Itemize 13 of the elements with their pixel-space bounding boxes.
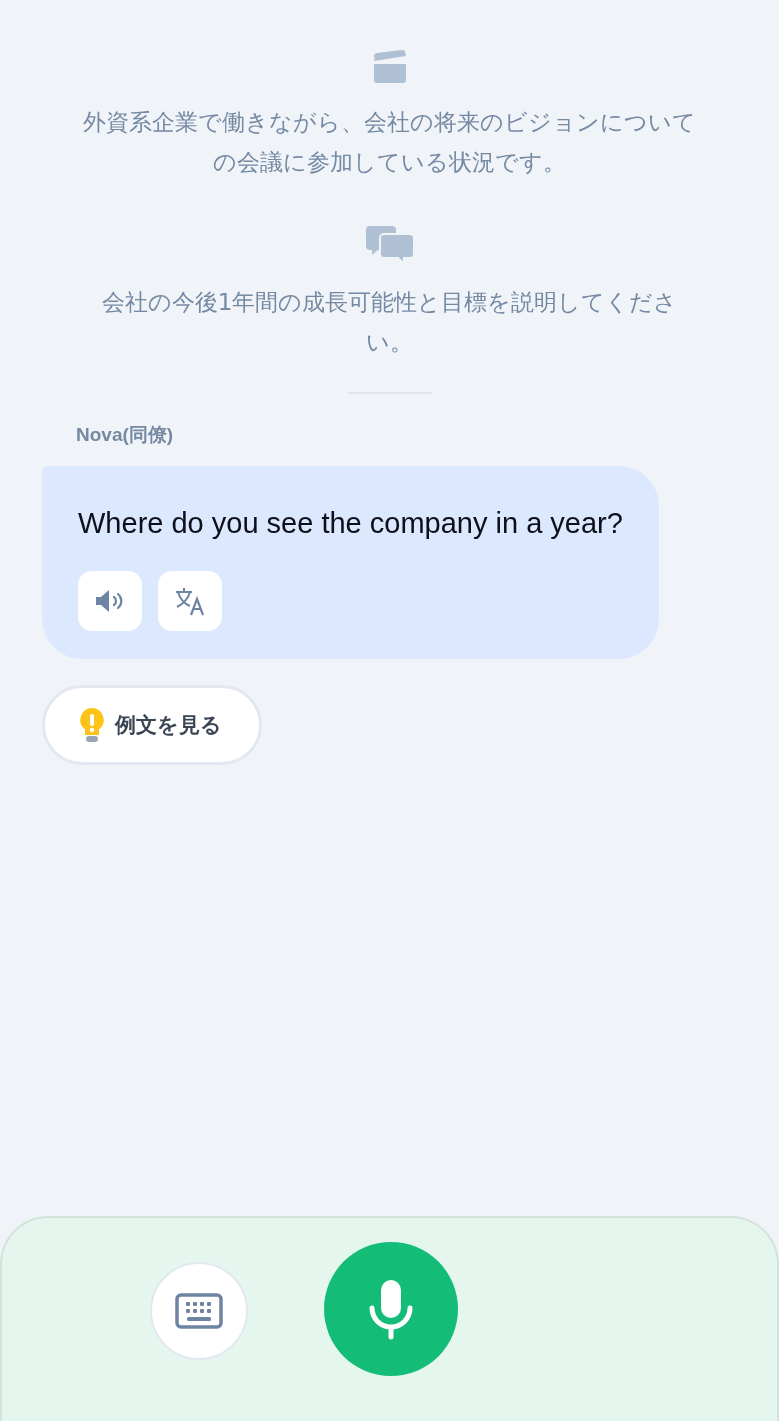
example-sentence-button[interactable]: 例文を見る bbox=[42, 685, 262, 765]
translate-button[interactable] bbox=[158, 571, 222, 631]
play-audio-button[interactable] bbox=[78, 571, 142, 631]
scenario-text: 外資系企業で働きながら、会社の将来のビジョンについての会議に参加している状況です。 bbox=[82, 108, 697, 177]
task-text: 会社の今後1年間の成長可能性と目標を説明してください。 bbox=[100, 288, 679, 357]
keyboard-icon bbox=[175, 1293, 223, 1329]
lightbulb-icon bbox=[79, 707, 105, 743]
microphone-icon bbox=[368, 1278, 414, 1340]
speaker-name: Nova(同僚) bbox=[76, 423, 175, 447]
translate-icon bbox=[174, 586, 206, 616]
clapperboard-icon bbox=[371, 50, 408, 84]
message-text: Where do you see the company in a year? bbox=[78, 506, 623, 541]
chat-bubbles-icon bbox=[365, 226, 414, 264]
